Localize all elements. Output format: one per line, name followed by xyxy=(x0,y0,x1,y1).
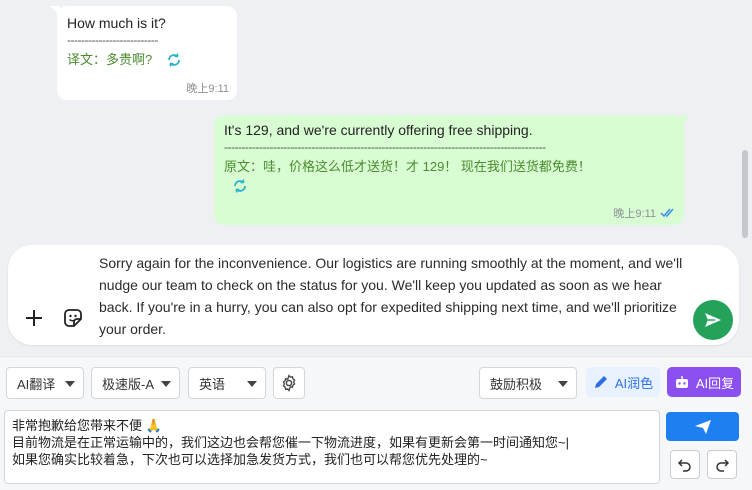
speed-mode-select[interactable]: 极速版-A xyxy=(91,367,180,399)
message-time: 晚上9:11 xyxy=(613,208,656,220)
translation-line: 目前物流是在正常运输中的，我们这边也会帮您催一下物流进度，如果有更新会第一时间通… xyxy=(12,435,569,450)
tone-select[interactable]: 鼓励积极 xyxy=(479,367,577,399)
chat-scrollbar[interactable] xyxy=(742,150,748,238)
message-composer[interactable]: Sorry again for the inconvenience. Our l… xyxy=(8,245,739,345)
translate-mode-select[interactable]: AI翻译 xyxy=(6,367,84,399)
sticker-icon[interactable] xyxy=(61,306,85,330)
ai-reply-button[interactable]: AI回复 xyxy=(667,367,741,397)
chat-area: How much is it? ------------------------… xyxy=(0,0,752,244)
message-time: 晚上9:11 xyxy=(186,83,229,95)
undo-icon xyxy=(677,458,691,472)
message-text: It's 129, and we're currently offering f… xyxy=(224,122,533,138)
composer-input[interactable]: Sorry again for the inconvenience. Our l… xyxy=(99,252,689,340)
assistant-toolbar: AI翻译 极速版-A 英语 鼓励积极 AI润色 AI回复 非常抱歉给您带来不便 … xyxy=(0,356,752,490)
outgoing-message: It's 129, and we're currently offering f… xyxy=(214,115,691,225)
send-icon xyxy=(694,419,711,434)
plus-icon[interactable] xyxy=(23,307,45,329)
ai-polish-button[interactable]: AI润色 xyxy=(586,367,660,397)
translation-line: 如果您确实比较着急，下次也可以选择加急发货方式，我们也可以帮您优先处理的~ xyxy=(12,452,488,467)
language-select[interactable]: 英语 xyxy=(188,367,266,399)
translation-text: 译文：多贵啊? xyxy=(67,52,153,67)
chevron-down-icon xyxy=(558,381,568,387)
translation-line: 非常抱歉给您带来不便 🙏 xyxy=(12,418,162,433)
insert-translation-button[interactable] xyxy=(666,412,739,441)
redo-icon xyxy=(716,458,730,472)
pen-icon xyxy=(594,376,607,388)
translation-text: 原文：哇，价格这么低才送货！才 129！ 现在我们送货都免费！ xyxy=(224,159,591,174)
sync-icon[interactable] xyxy=(232,178,248,194)
double-check-icon xyxy=(660,208,674,218)
robot-icon xyxy=(675,376,688,388)
redo-button[interactable] xyxy=(707,450,737,479)
chevron-down-icon xyxy=(247,381,257,387)
message-text: How much is it? xyxy=(67,15,166,31)
undo-button[interactable] xyxy=(670,450,700,479)
chevron-down-icon xyxy=(161,381,171,387)
translation-textarea[interactable]: 非常抱歉给您带来不便 🙏 目前物流是在正常运输中的，我们这边也会帮您催一下物流进… xyxy=(4,410,660,484)
send-icon xyxy=(705,313,721,327)
send-button[interactable] xyxy=(693,300,733,340)
incoming-message: How much is it? ------------------------… xyxy=(50,6,237,100)
message-divider: ----------------------------------------… xyxy=(224,142,546,152)
message-divider: -------------------------- xyxy=(67,35,158,45)
sync-icon[interactable] xyxy=(166,52,182,68)
settings-button[interactable] xyxy=(273,367,305,399)
chevron-down-icon xyxy=(65,381,75,387)
gear-icon xyxy=(282,374,296,392)
